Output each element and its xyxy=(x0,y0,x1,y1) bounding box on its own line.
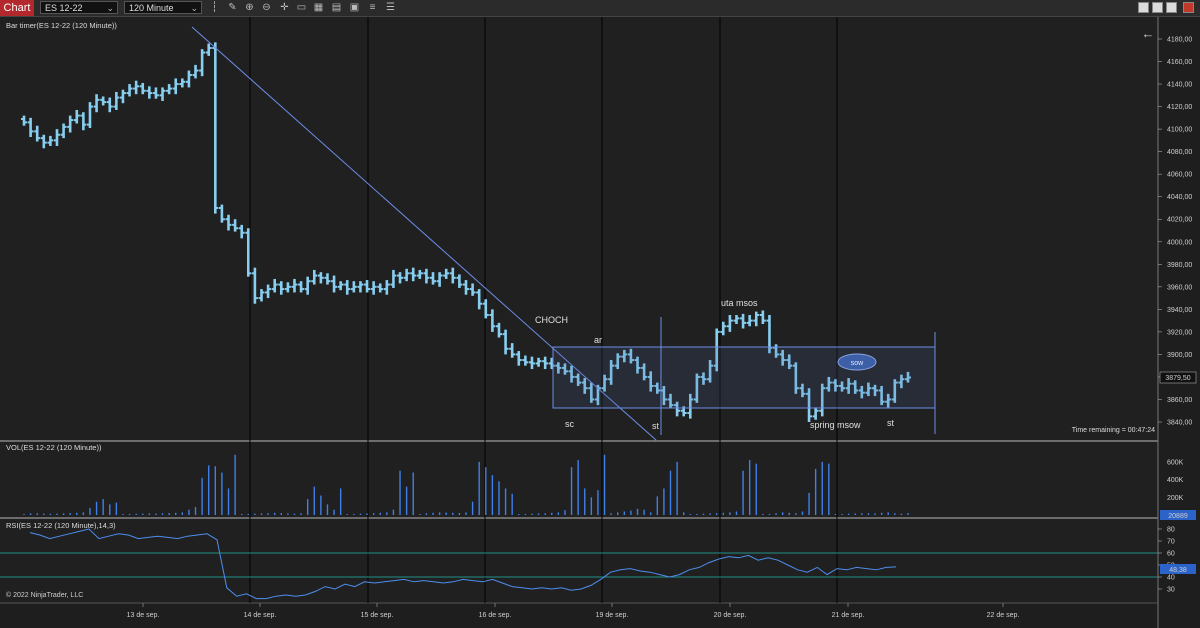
price-tick-label: 3840,00 xyxy=(1167,420,1192,427)
price-tick-label: 4000,00 xyxy=(1167,239,1192,246)
volume-panel-bg xyxy=(0,442,1158,517)
strategies-icon[interactable]: ▦ xyxy=(312,1,325,14)
rsi-panel-title: RSI(ES 12-22 (120 Minute),14,3) xyxy=(6,521,116,530)
annotation-spring-msow: spring msow xyxy=(810,420,861,430)
zoom-in-icon[interactable]: ⊕ xyxy=(243,1,256,14)
trading-range-box[interactable] xyxy=(552,346,936,409)
price-tick-label: 3860,00 xyxy=(1167,397,1192,404)
annotation-sow: sow xyxy=(851,360,864,367)
time-tick-label: 21 de sep. xyxy=(832,612,865,619)
time-tick-label: 15 de sep. xyxy=(361,612,394,619)
list-icon[interactable]: ☰ xyxy=(384,1,397,14)
price-tick-label: 3940,00 xyxy=(1167,307,1192,314)
annotation-ar: ar xyxy=(594,335,602,345)
instrument-select[interactable]: ES 12-22 ⌄ xyxy=(40,1,118,14)
price-tick-label: 4120,00 xyxy=(1167,104,1192,111)
bar-style-icon[interactable]: ┆ xyxy=(208,1,221,14)
time-tick-label: 22 de sep. xyxy=(987,612,1020,619)
restore-button[interactable] xyxy=(1166,2,1177,13)
annotation-uta-msos: uta msos xyxy=(721,298,758,308)
draw-pencil-icon[interactable]: ✎ xyxy=(226,1,239,14)
rsi-tick-label: 40 xyxy=(1167,575,1175,582)
instrument-value: ES 12-22 xyxy=(45,3,83,13)
rsi-tick-label: 30 xyxy=(1167,587,1175,594)
time-tick-label: 14 de sep. xyxy=(244,612,277,619)
interval-value: 120 Minute xyxy=(129,3,174,13)
annotation-choch: CHOCH xyxy=(535,315,568,325)
chart-tab[interactable]: Chart xyxy=(0,0,34,16)
rsi-axis: 807060504030 xyxy=(1158,527,1175,594)
chart-toolbar: Chart ES 12-22 ⌄ 120 Minute ⌄ ┆ ✎ ⊕ ⊖ ✛ … xyxy=(0,0,1200,17)
annotation-sc: sc xyxy=(565,419,575,429)
rsi-panel-bg xyxy=(0,519,1158,603)
last-price-value: 3879,50 xyxy=(1165,375,1190,382)
volume-tick-label: 600K xyxy=(1167,459,1184,466)
volume-panel-title: VOL(ES 12-22 (120 Minute)) xyxy=(6,443,102,452)
chart-area[interactable]: CHOCH ar sc st uta msos spring msow st s… xyxy=(0,17,1200,628)
price-tick-label: 4100,00 xyxy=(1167,127,1192,134)
time-tick-label: 16 de sep. xyxy=(479,612,512,619)
back-arrow-icon[interactable]: ← xyxy=(1142,26,1155,41)
indicators-icon[interactable]: ▭ xyxy=(295,1,308,14)
copyright-text: © 2022 NinjaTrader, LLC xyxy=(6,591,83,599)
price-tick-label: 3980,00 xyxy=(1167,262,1192,269)
data-box-icon[interactable]: ▣ xyxy=(348,1,361,14)
price-tick-label: 4060,00 xyxy=(1167,172,1192,179)
annotation-st-2: st xyxy=(887,418,895,428)
price-tick-label: 3920,00 xyxy=(1167,329,1192,336)
templates-icon[interactable]: ▤ xyxy=(330,1,343,14)
price-axis: 4180,00 4160,00 4140,00 4120,00 4100,00 4080,… xyxy=(1158,37,1192,427)
annotation-st: st xyxy=(652,421,660,431)
price-tick-label: 4040,00 xyxy=(1167,194,1192,201)
price-tick-label: 4140,00 xyxy=(1167,82,1192,89)
price-tick-label: 3900,00 xyxy=(1167,352,1192,359)
price-tick-label: 4180,00 xyxy=(1167,37,1192,44)
interval-select[interactable]: 120 Minute ⌄ xyxy=(124,1,202,14)
time-tick-label: 19 de sep. xyxy=(596,612,629,619)
properties-icon[interactable]: ≡ xyxy=(366,1,379,14)
time-axis: 13 de sep. 14 de sep. 15 de sep. 16 de sep.… xyxy=(127,603,1020,619)
rsi-tick-label: 60 xyxy=(1167,551,1175,558)
close-button[interactable] xyxy=(1183,2,1194,13)
price-tick-label: 4080,00 xyxy=(1167,149,1192,156)
minimize-button[interactable] xyxy=(1138,2,1149,13)
crosshair-icon[interactable]: ✛ xyxy=(278,1,291,14)
time-tick-label: 20 de sep. xyxy=(714,612,747,619)
volume-last-value: 20889 xyxy=(1168,513,1188,520)
rsi-tick-label: 80 xyxy=(1167,527,1175,534)
rsi-tick-label: 70 xyxy=(1167,539,1175,546)
chevron-down-icon: ⌄ xyxy=(106,3,114,13)
time-remaining: Time remaining = 00:47:24 xyxy=(1072,427,1155,434)
price-tick-label: 3960,00 xyxy=(1167,284,1192,291)
maximize-button[interactable] xyxy=(1152,2,1163,13)
rsi-last-value: 48,38 xyxy=(1169,567,1187,574)
volume-axis: 600K 400K 200K xyxy=(1167,459,1184,501)
price-tick-label: 4020,00 xyxy=(1167,217,1192,224)
zoom-out-icon[interactable]: ⊖ xyxy=(260,1,273,14)
price-tick-label: 4160,00 xyxy=(1167,59,1192,66)
chevron-down-icon: ⌄ xyxy=(190,3,198,13)
volume-tick-label: 400K xyxy=(1167,477,1184,484)
time-tick-label: 13 de sep. xyxy=(127,612,160,619)
price-panel-title: Bar timer(ES 12-22 (120 Minute)) xyxy=(6,21,117,30)
volume-tick-label: 200K xyxy=(1167,495,1184,502)
